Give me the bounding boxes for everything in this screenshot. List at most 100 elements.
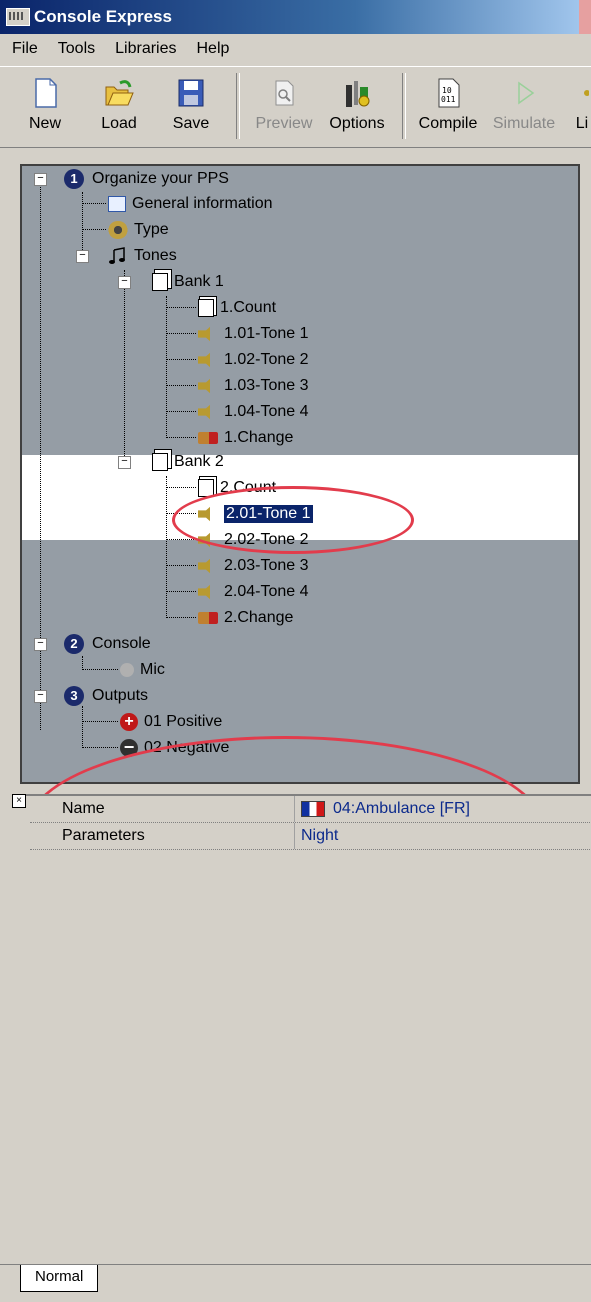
property-parameters-label: Parameters <box>30 823 295 849</box>
selected-node-label: 2.01-Tone 1 <box>223 504 314 524</box>
tree-line <box>166 513 196 514</box>
tree-node-1-count[interactable]: 1.Count <box>198 296 276 320</box>
menu-tools[interactable]: Tools <box>46 40 103 58</box>
options-button[interactable]: Options <box>320 73 394 145</box>
tree-node-1-01-tone-1[interactable]: 1.01-Tone 1 <box>198 322 309 346</box>
music-note-icon <box>108 247 128 265</box>
collapse-organize[interactable]: − <box>34 173 47 186</box>
microphone-icon <box>120 663 134 677</box>
collapse-bank-2[interactable]: − <box>118 456 131 469</box>
collapse-outputs[interactable]: − <box>34 690 47 703</box>
tree-line <box>166 476 167 616</box>
tree-node-tones[interactable]: Tones <box>108 244 177 268</box>
menu-libraries[interactable]: Libraries <box>103 40 184 58</box>
save-button[interactable]: Save <box>156 73 226 145</box>
title-bar: Console Express <box>0 0 591 34</box>
count-icon <box>198 299 214 317</box>
libraries-icon <box>575 77 590 109</box>
tree-node-organize[interactable]: 1 Organize your PPS <box>64 167 229 191</box>
tree-line <box>82 706 83 746</box>
tree-node-2-01-tone-1[interactable]: 2.01-Tone 1 <box>198 502 314 526</box>
change-icon <box>198 612 218 624</box>
compile-binary-icon: 10 011 <box>433 77 463 109</box>
menu-file[interactable]: File <box>0 40 46 58</box>
tree-line <box>124 270 125 460</box>
tree-node-1-04-tone-4[interactable]: 1.04-Tone 4 <box>198 400 309 424</box>
tree-line <box>82 747 118 748</box>
tree-node-type[interactable]: Type <box>108 218 169 242</box>
load-button[interactable]: Load <box>84 73 154 145</box>
tree-node-bank-2[interactable]: Bank 2 <box>152 450 224 474</box>
libraries-button[interactable]: Li <box>562 73 591 145</box>
preview-button[interactable]: Preview <box>244 73 324 145</box>
toolbar: New Load Save Preview Options 10 011 Comp… <box>0 66 591 148</box>
property-name-value[interactable]: 04:Ambulance [FR] <box>295 800 470 818</box>
tools-icon <box>342 77 372 109</box>
tree-line <box>166 385 196 386</box>
french-flag-icon <box>301 801 325 817</box>
tree-node-1-03-tone-3[interactable]: 1.03-Tone 3 <box>198 374 309 398</box>
tree-line <box>82 656 83 670</box>
tree-node-02-negative[interactable]: − 02 Negative <box>120 736 229 760</box>
tree-line <box>166 437 196 438</box>
project-tree[interactable]: − 1 Organize your PPS General informatio… <box>20 164 580 784</box>
tree-node-2-04-tone-4[interactable]: 2.04-Tone 4 <box>198 580 309 604</box>
tree-node-console[interactable]: 2 Console <box>64 632 151 656</box>
floppy-disk-icon <box>176 77 206 109</box>
tree-node-01-positive[interactable]: + 01 Positive <box>120 710 222 734</box>
property-row-name[interactable]: Name 04:Ambulance [FR] <box>30 796 590 823</box>
collapse-bank-1[interactable]: − <box>118 276 131 289</box>
tree-node-outputs[interactable]: 3 Outputs <box>64 684 148 708</box>
tab-bar: Normal <box>0 1264 591 1302</box>
tree-node-2-02-tone-2[interactable]: 2.02-Tone 2 <box>198 528 309 552</box>
new-file-icon <box>30 77 60 109</box>
svg-text:10: 10 <box>442 86 452 95</box>
svg-text:011: 011 <box>441 95 456 104</box>
tree-node-1-02-tone-2[interactable]: 1.02-Tone 2 <box>198 348 309 372</box>
tree-line <box>166 617 196 618</box>
step-3-badge: 3 <box>64 686 84 706</box>
property-name-label: Name <box>30 796 295 822</box>
tree-node-1-change[interactable]: 1.Change <box>198 426 293 450</box>
tree-line <box>166 565 196 566</box>
speaker-icon <box>198 557 212 575</box>
plus-circle-icon: + <box>120 713 138 731</box>
tree-node-2-change[interactable]: 2.Change <box>198 606 293 630</box>
app-icon <box>6 8 30 26</box>
tree-node-bank-1[interactable]: Bank 1 <box>152 270 224 294</box>
window-title: Console Express <box>34 7 172 26</box>
speaker-icon <box>198 351 212 369</box>
speaker-icon <box>198 325 212 343</box>
toolbar-separator <box>236 73 240 139</box>
tree-line <box>82 669 118 670</box>
bank-icon <box>152 273 168 291</box>
property-row-parameters[interactable]: Parameters Night <box>30 823 590 850</box>
property-parameters-value[interactable]: Night <box>295 827 338 845</box>
new-button[interactable]: New <box>10 73 80 145</box>
collapse-console[interactable]: − <box>34 638 47 651</box>
tree-line <box>166 411 196 412</box>
tree-node-general-information[interactable]: General information <box>108 192 273 216</box>
close-icon[interactable]: × <box>12 794 26 808</box>
menu-help[interactable]: Help <box>185 40 238 58</box>
tree-line <box>82 721 118 722</box>
toolbar-separator <box>402 73 406 139</box>
tab-normal[interactable]: Normal <box>20 1265 99 1292</box>
tree-line <box>166 296 167 436</box>
tree-line <box>166 359 196 360</box>
tree-line <box>82 229 106 230</box>
gear-icon <box>108 221 128 239</box>
tree-node-2-count[interactable]: 2.Count <box>198 476 276 500</box>
tree-line <box>166 307 196 308</box>
tree-node-mic[interactable]: Mic <box>120 658 165 682</box>
play-icon <box>509 77 539 109</box>
simulate-button[interactable]: Simulate <box>486 73 562 145</box>
collapse-tones[interactable]: − <box>76 250 89 263</box>
count-icon <box>198 479 214 497</box>
compile-button[interactable]: 10 011 Compile <box>410 73 486 145</box>
info-card-icon <box>108 196 126 212</box>
speaker-icon <box>198 377 212 395</box>
tree-node-2-03-tone-3[interactable]: 2.03-Tone 3 <box>198 554 309 578</box>
title-bar-edge <box>579 0 591 34</box>
properties-panel: × Name 04:Ambulance [FR] Parameters Nigh… <box>12 794 591 1266</box>
